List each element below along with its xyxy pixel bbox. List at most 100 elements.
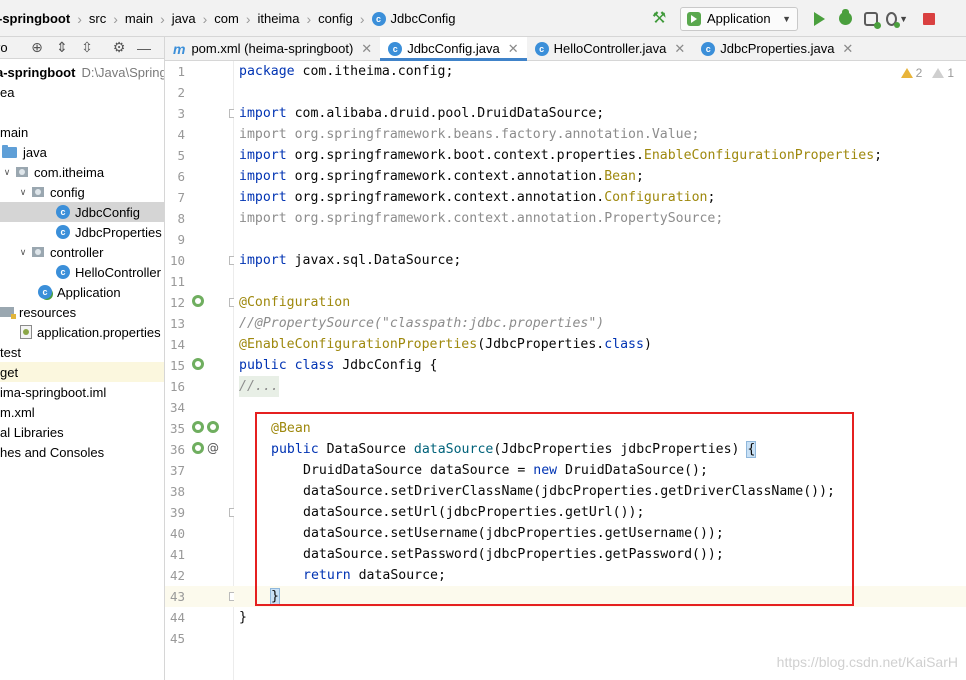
breadcrumb-config[interactable]: config: [318, 11, 353, 26]
line-number: 9: [177, 232, 185, 247]
tree-item-project-root[interactable]: a-springboot D:\Java\Spring: [0, 62, 164, 82]
spring-bean-icon[interactable]: [192, 358, 204, 370]
tree-item-jdbcproperties[interactable]: c JdbcProperties: [0, 222, 164, 242]
package-icon: [32, 247, 44, 257]
spring-boot-config-icon: [687, 11, 701, 26]
tree-item-scratches[interactable]: hes and Consoles: [0, 442, 164, 462]
tree-item-jdbcconfig[interactable]: c JdbcConfig: [0, 202, 164, 222]
chevron-down-icon: ▼: [782, 13, 791, 24]
code-line: @EnableConfigurationProperties(JdbcPrope…: [239, 337, 652, 352]
tab-hellocontroller[interactable]: c HelloController.java ✕: [527, 37, 694, 60]
tab-jdbcconfig[interactable]: c JdbcConfig.java ✕: [380, 37, 528, 61]
spring-bean-icon[interactable]: [192, 421, 204, 433]
line-number: 40: [169, 526, 185, 541]
line-number: 42: [169, 568, 185, 583]
run-configuration-selector[interactable]: Application ▼: [680, 6, 798, 31]
coverage-button[interactable]: [860, 8, 882, 30]
expand-all-icon[interactable]: ⇕: [53, 39, 71, 57]
code-line: import org.springframework.boot.context.…: [239, 148, 883, 163]
resources-folder-icon: [0, 307, 16, 319]
maven-icon: m: [173, 40, 186, 57]
tab-jdbcproperties[interactable]: c JdbcProperties.java ✕: [693, 37, 861, 60]
tree-item-java[interactable]: java: [0, 142, 164, 162]
breadcrumb-itheima[interactable]: itheima: [258, 11, 300, 26]
chevron-down-icon[interactable]: ∨: [2, 167, 12, 178]
play-icon: [813, 11, 825, 26]
inspection-widget[interactable]: 2 1: [900, 66, 954, 80]
spring-boot-class-icon: c: [38, 285, 52, 299]
line-number: 39: [169, 505, 185, 520]
profiler-icon: [886, 11, 901, 28]
code-line: public class JdbcConfig {: [239, 358, 438, 373]
chevron-right-icon: ›: [359, 10, 365, 27]
spring-bean-icon[interactable]: [207, 421, 219, 433]
tree-item-controller[interactable]: ∨ controller: [0, 242, 164, 262]
warning-icon: [900, 68, 913, 78]
package-icon: [16, 167, 28, 177]
tree-item-main[interactable]: main: [0, 122, 164, 142]
line-number: 5: [177, 148, 185, 163]
code-line: import org.springframework.beans.factory…: [239, 127, 700, 142]
breadcrumb-java[interactable]: java: [172, 11, 196, 26]
breadcrumb-main[interactable]: main: [125, 11, 153, 26]
tree-item-resources[interactable]: resources: [0, 302, 164, 322]
line-number: 1: [177, 64, 185, 79]
stop-button[interactable]: [918, 8, 940, 30]
tree-item-external-libraries[interactable]: al Libraries: [0, 422, 164, 442]
gear-icon[interactable]: ⚙: [110, 39, 128, 57]
breadcrumb-file[interactable]: c JdbcConfig: [371, 11, 456, 26]
source-folder-icon: [2, 144, 17, 158]
properties-file-icon: [20, 325, 32, 339]
code-line: import javax.sql.DataSource;: [239, 253, 462, 268]
breadcrumb-project[interactable]: -springboot: [0, 11, 70, 26]
close-icon[interactable]: ✕: [842, 41, 853, 57]
code-line: import org.springframework.context.annot…: [239, 190, 716, 205]
line-number: 43: [169, 589, 185, 604]
tree-item-pom[interactable]: m.xml: [0, 402, 164, 422]
stop-icon: [923, 12, 935, 25]
package-icon: [32, 187, 44, 197]
line-number: 34: [169, 400, 185, 415]
java-class-icon: c: [56, 225, 70, 239]
java-class-icon: c: [56, 205, 70, 219]
run-button[interactable]: [808, 8, 830, 30]
breadcrumb-src[interactable]: src: [89, 11, 106, 26]
chevron-right-icon: ›: [160, 10, 165, 27]
folded-code-line[interactable]: //...: [239, 376, 279, 397]
spring-bean-icon[interactable]: [192, 295, 204, 307]
tree-item-test[interactable]: test: [0, 342, 164, 362]
line-number: 16: [169, 379, 185, 394]
chevron-down-icon[interactable]: ∨: [18, 187, 28, 198]
line-number: 45: [169, 631, 185, 646]
tree-item-com-itheima[interactable]: ∨ com.itheima: [0, 162, 164, 182]
tree-item-target[interactable]: get: [0, 362, 164, 382]
breadcrumb-com[interactable]: com: [214, 11, 239, 26]
line-number: 4: [177, 127, 185, 142]
line-number: 36: [169, 442, 185, 457]
chevron-right-icon: ›: [77, 10, 82, 27]
chevron-down-icon[interactable]: ∨: [18, 247, 28, 258]
tree-item-idea[interactable]: ea: [0, 82, 164, 102]
editor-gutter[interactable]: 1 2 3 4 5 6 7 8 9 10 11 12 13 14 15 16 3…: [165, 61, 238, 680]
tree-item-hellocontroller[interactable]: c HelloController: [0, 262, 164, 282]
spring-bean-icon[interactable]: [192, 442, 204, 454]
close-icon[interactable]: ✕: [674, 41, 685, 57]
tab-pom-xml[interactable]: m pom.xml (heima-springboot) ✕: [165, 37, 380, 60]
tree-item-application[interactable]: c Application: [0, 282, 164, 302]
crosshair-icon[interactable]: ⊕: [28, 39, 46, 57]
minimize-icon[interactable]: —: [135, 39, 153, 57]
java-class-icon: c: [56, 265, 70, 279]
debug-button[interactable]: [834, 8, 856, 30]
autowired-at-icon[interactable]: @: [207, 441, 219, 455]
line-number: 11: [169, 274, 185, 289]
close-icon[interactable]: ✕: [361, 41, 372, 57]
collapse-all-icon[interactable]: ⇳: [78, 39, 96, 57]
tree-item-iml[interactable]: ima-springboot.iml: [0, 382, 164, 402]
close-icon[interactable]: ✕: [508, 41, 519, 57]
project-panel-title[interactable]: ro: [0, 40, 20, 55]
tree-item-application-properties[interactable]: application.properties: [0, 322, 164, 342]
code-line: import org.springframework.context.annot…: [239, 169, 644, 184]
tree-item-config[interactable]: ∨ config: [0, 182, 164, 202]
profile-button[interactable]: ▼: [886, 8, 908, 30]
build-hammer-icon[interactable]: ⚒: [652, 10, 668, 27]
